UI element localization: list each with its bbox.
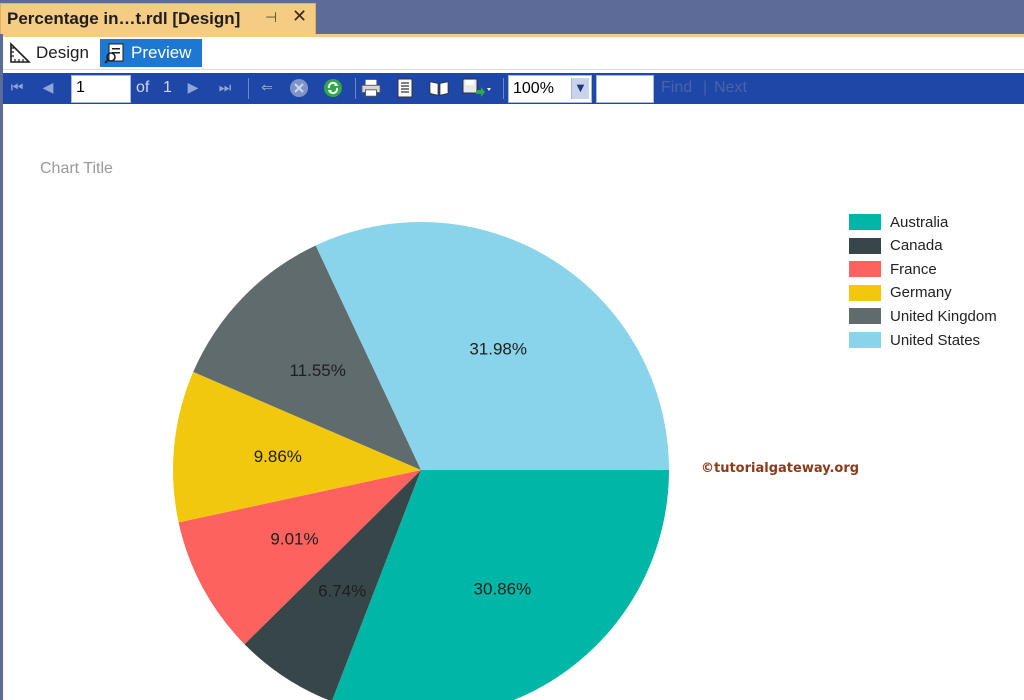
slice-label-australia: 30.86% [474, 580, 532, 599]
close-icon[interactable]: ✕ [292, 6, 307, 27]
design-ruler-icon [9, 42, 31, 64]
refresh-icon[interactable] [323, 78, 343, 98]
toolbar-separator [503, 78, 504, 99]
next-link[interactable]: Next [714, 79, 747, 97]
next-page-icon[interactable]: ▶ [183, 78, 203, 98]
preview-tab[interactable]: Preview [100, 39, 202, 67]
legend-swatch [849, 284, 881, 301]
last-page-icon[interactable]: ⏭ [215, 78, 235, 98]
mode-bar: Design Preview [3, 37, 1024, 70]
page-of-label: of [136, 79, 150, 96]
slice-label-canada: 6.74% [318, 581, 366, 600]
legend-item-united-kingdom: United Kingdom [849, 306, 1024, 326]
find-separator: | [703, 79, 708, 96]
report-toolbar: ⏮ ◀ 1 of 1 ▶ ⏭ ⇐ 100% ▼ Find | Next [3, 73, 1024, 104]
export-icon[interactable] [461, 78, 493, 98]
legend-item-canada: Canada [849, 236, 1024, 256]
page-setup-icon[interactable] [395, 78, 415, 98]
design-tab[interactable]: Design [5, 39, 97, 67]
document-tab-title: Percentage in…t.rdl [Design] [7, 9, 241, 28]
legend-label: France [890, 260, 937, 278]
legend-swatch [849, 332, 881, 348]
print-icon[interactable] [361, 78, 381, 98]
previous-page-icon[interactable]: ◀ [38, 78, 58, 98]
preview-tab-label: Preview [131, 43, 192, 62]
slice-label-united-states: 31.98% [469, 340, 527, 359]
slice-label-france: 9.01% [270, 529, 318, 548]
legend-swatch [849, 261, 881, 278]
toolbar-separator [355, 78, 356, 99]
pie-chart: 30.86% 6.74% 9.01% 9.86% 11.55% 31.98% [173, 222, 669, 700]
legend-swatch [849, 308, 881, 325]
legend-item-australia: Australia [849, 212, 1024, 232]
legend-item-france: France [849, 259, 1024, 279]
legend-label: Canada [890, 237, 943, 255]
legend-swatch [849, 214, 881, 230]
report-preview-area: Chart Title 30.86% 6.74% 9.01% 9.86% 11.55% 3… [3, 104, 1024, 700]
legend-item-united-states: United States [849, 330, 1024, 350]
legend-item-germany: Germany [849, 283, 1024, 303]
watermark: ©tutorialgateway.org [701, 461, 860, 476]
back-icon[interactable]: ⇐ [257, 78, 277, 98]
legend-label: Australia [890, 213, 949, 231]
legend-label: United Kingdom [890, 307, 997, 325]
pin-icon[interactable]: ⊣ [265, 10, 277, 26]
chevron-down-icon[interactable]: ▼ [571, 78, 589, 99]
find-link[interactable]: Find [661, 79, 692, 97]
report-designer-window: Design Preview ⏮ ◀ 1 of 1 ▶ ⏭ ⇐ 100% ▼ F… [3, 34, 1024, 700]
design-tab-label: Design [36, 43, 89, 62]
document-tab[interactable]: Percentage in…t.rdl [Design] ⊣ ✕ [0, 3, 316, 34]
page-number-input[interactable]: 1 [71, 75, 131, 103]
find-text-input[interactable] [596, 75, 654, 103]
stop-icon[interactable] [289, 78, 309, 98]
toolbar-separator [248, 78, 249, 99]
legend-label: United States [890, 331, 981, 349]
total-pages: 1 [163, 79, 172, 96]
first-page-icon[interactable]: ⏮ [7, 78, 27, 98]
print-layout-icon[interactable] [429, 78, 449, 98]
legend-label: Germany [890, 284, 952, 302]
slice-label-united-kingdom: 11.55% [289, 361, 345, 380]
legend-swatch [849, 237, 881, 254]
preview-report-icon [104, 42, 126, 64]
slice-label-germany: 9.86% [254, 447, 302, 466]
